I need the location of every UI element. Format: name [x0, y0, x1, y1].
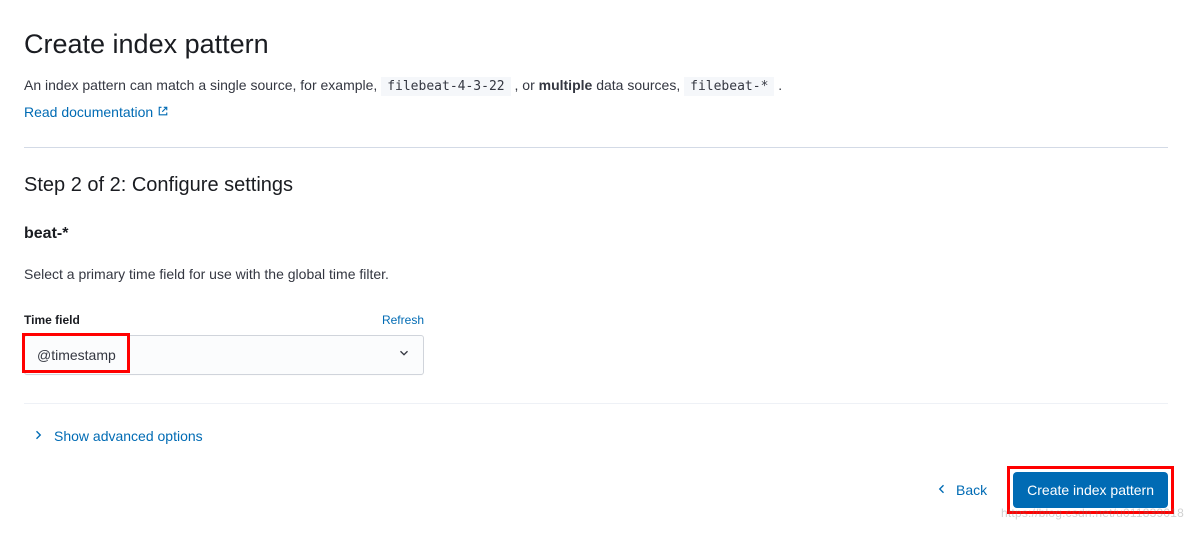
- doc-link-label: Read documentation: [24, 102, 153, 123]
- section-divider: [24, 147, 1168, 148]
- time-field-label: Time field: [24, 311, 80, 329]
- refresh-link[interactable]: Refresh: [382, 311, 424, 329]
- back-label: Back: [956, 482, 987, 498]
- step-title: Step 2 of 2: Configure settings: [24, 170, 1168, 200]
- inner-divider: [24, 403, 1168, 404]
- time-field-value: @timestamp: [37, 345, 397, 366]
- chevron-left-icon: [936, 482, 948, 498]
- subtitle-bold: multiple: [539, 77, 593, 93]
- external-link-icon: [157, 102, 169, 123]
- subtitle-mid: , or: [515, 77, 539, 93]
- code-multi-example: filebeat-*: [684, 77, 774, 96]
- subtitle-post: data sources,: [596, 77, 684, 93]
- time-field-select[interactable]: @timestamp: [24, 335, 424, 375]
- advanced-options-label: Show advanced options: [54, 426, 203, 447]
- chevron-right-icon: [32, 426, 44, 447]
- subtitle-pre: An index pattern can match a single sour…: [24, 77, 381, 93]
- subtitle-end: .: [778, 77, 782, 93]
- time-field-form-row: Time field Refresh @timestamp: [24, 311, 424, 375]
- step-help-text: Select a primary time field for use with…: [24, 264, 1168, 285]
- footer-actions: Back Create index pattern: [926, 472, 1168, 508]
- read-documentation-link[interactable]: Read documentation: [24, 102, 169, 123]
- create-index-pattern-button[interactable]: Create index pattern: [1013, 472, 1168, 508]
- page-subtitle: An index pattern can match a single sour…: [24, 75, 1168, 97]
- chevron-down-icon: [397, 345, 411, 366]
- show-advanced-options[interactable]: Show advanced options: [32, 426, 1168, 447]
- back-button[interactable]: Back: [926, 474, 997, 506]
- index-pattern-name: beat-*: [24, 222, 1168, 246]
- page-title: Create index pattern: [24, 24, 1168, 65]
- code-single-example: filebeat-4-3-22: [381, 77, 510, 96]
